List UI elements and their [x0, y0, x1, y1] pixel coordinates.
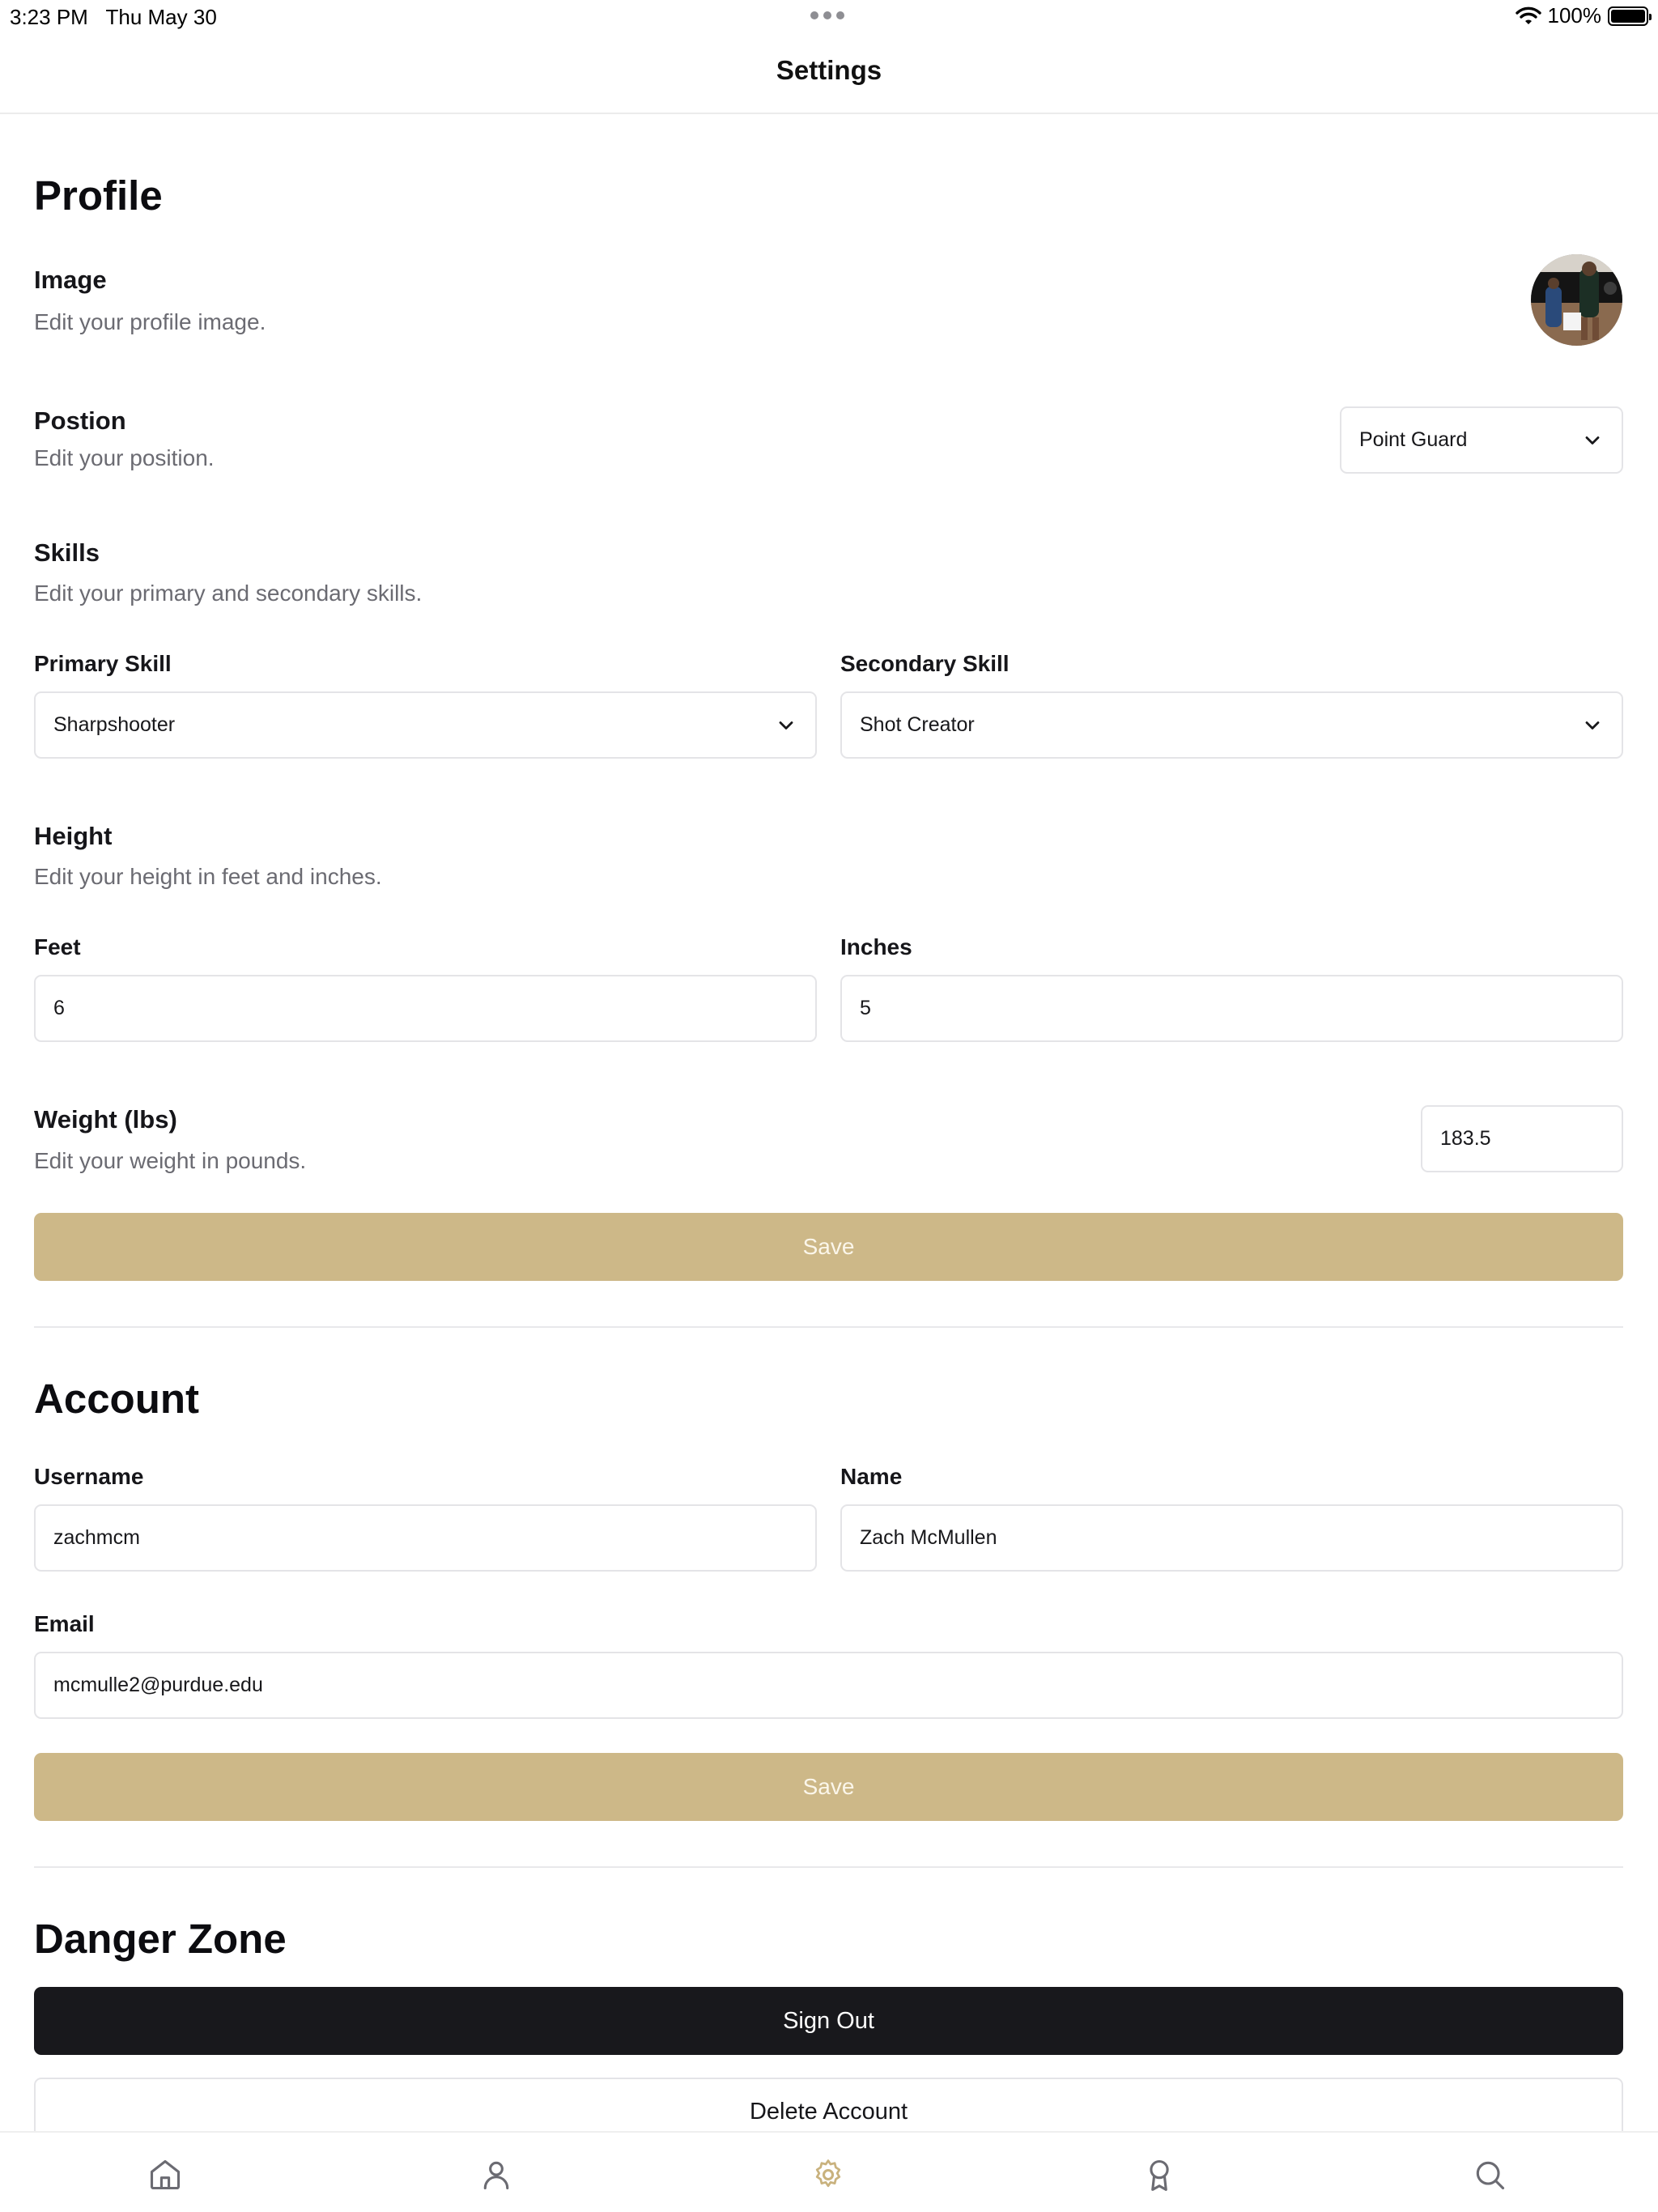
name-input-value: Zach McMullen	[860, 1526, 997, 1549]
sign-out-label: Sign Out	[783, 2007, 874, 2034]
weight-input-value: 183.5	[1440, 1127, 1491, 1150]
section-divider	[34, 1326, 1623, 1328]
position-label: Postion	[34, 406, 126, 435]
account-save-label: Save	[802, 1774, 855, 1799]
weight-description: Edit your weight in pounds.	[34, 1148, 307, 1173]
email-label: Email	[34, 1611, 95, 1636]
primary-skill-label: Primary Skill	[34, 651, 172, 676]
status-bar-right: 100%	[1515, 3, 1652, 28]
section-divider	[34, 1866, 1623, 1868]
image-label: Image	[34, 266, 107, 294]
email-input-value: mcmulle2@purdue.edu	[53, 1674, 263, 1696]
home-icon[interactable]	[147, 2157, 183, 2193]
award-icon[interactable]	[1141, 2157, 1177, 2193]
email-input[interactable]: mcmulle2@purdue.edu	[34, 1652, 1623, 1719]
danger-zone-title: Danger Zone	[34, 1916, 287, 1962]
skills-label: Skills	[34, 538, 100, 567]
profile-save-button[interactable]: Save	[34, 1213, 1623, 1281]
weight-input[interactable]: 183.5	[1421, 1105, 1623, 1172]
name-input[interactable]: Zach McMullen	[840, 1504, 1623, 1572]
inches-label: Inches	[840, 934, 912, 959]
position-select-value: Point Guard	[1359, 428, 1468, 451]
gear-icon[interactable]	[810, 2157, 846, 2193]
secondary-skill-value: Shot Creator	[860, 713, 975, 736]
inches-input-value: 5	[860, 997, 871, 1019]
feet-input-value: 6	[53, 997, 65, 1019]
header-divider	[0, 113, 1658, 114]
skills-description: Edit your primary and secondary skills.	[34, 581, 423, 606]
profile-save-label: Save	[802, 1234, 855, 1259]
multitasking-dots[interactable]	[810, 11, 846, 21]
wifi-icon	[1515, 6, 1541, 24]
delete-account-label: Delete Account	[749, 2098, 908, 2125]
height-label: Height	[34, 822, 113, 850]
chevron-down-icon	[1585, 436, 1600, 445]
primary-skill-value: Sharpshooter	[53, 713, 176, 736]
secondary-skill-select[interactable]: Shot Creator	[840, 691, 1623, 759]
height-description: Edit your height in feet and inches.	[34, 864, 382, 889]
profile-section-title: Profile	[34, 172, 163, 219]
feet-label: Feet	[34, 934, 81, 959]
battery-percent: 100%	[1547, 3, 1602, 28]
profile-photo	[1531, 254, 1622, 346]
position-select[interactable]: Point Guard	[1340, 406, 1623, 474]
chevron-down-icon	[779, 721, 793, 730]
page-title: Settings	[776, 55, 882, 85]
name-label: Name	[840, 1464, 903, 1489]
sign-out-button[interactable]: Sign Out	[34, 1987, 1623, 2055]
chevron-down-icon	[1585, 721, 1600, 730]
username-label: Username	[34, 1464, 144, 1489]
search-icon[interactable]	[1472, 2157, 1507, 2193]
primary-skill-select[interactable]: Sharpshooter	[34, 691, 817, 759]
account-section-title: Account	[34, 1376, 199, 1422]
inches-input[interactable]: 5	[840, 975, 1623, 1042]
feet-input[interactable]: 6	[34, 975, 817, 1042]
account-save-button[interactable]: Save	[34, 1753, 1623, 1821]
status-bar-time: 3:23 PM Thu May 30	[10, 5, 217, 29]
avatar[interactable]	[1531, 254, 1622, 346]
secondary-skill-label: Secondary Skill	[840, 651, 1010, 676]
battery-icon	[1608, 6, 1652, 26]
user-icon[interactable]	[478, 2157, 514, 2193]
username-input-value: zachmcm	[53, 1526, 140, 1549]
weight-label: Weight (lbs)	[34, 1105, 177, 1134]
image-description: Edit your profile image.	[34, 309, 266, 334]
username-input[interactable]: zachmcm	[34, 1504, 817, 1572]
position-description: Edit your position.	[34, 445, 215, 470]
